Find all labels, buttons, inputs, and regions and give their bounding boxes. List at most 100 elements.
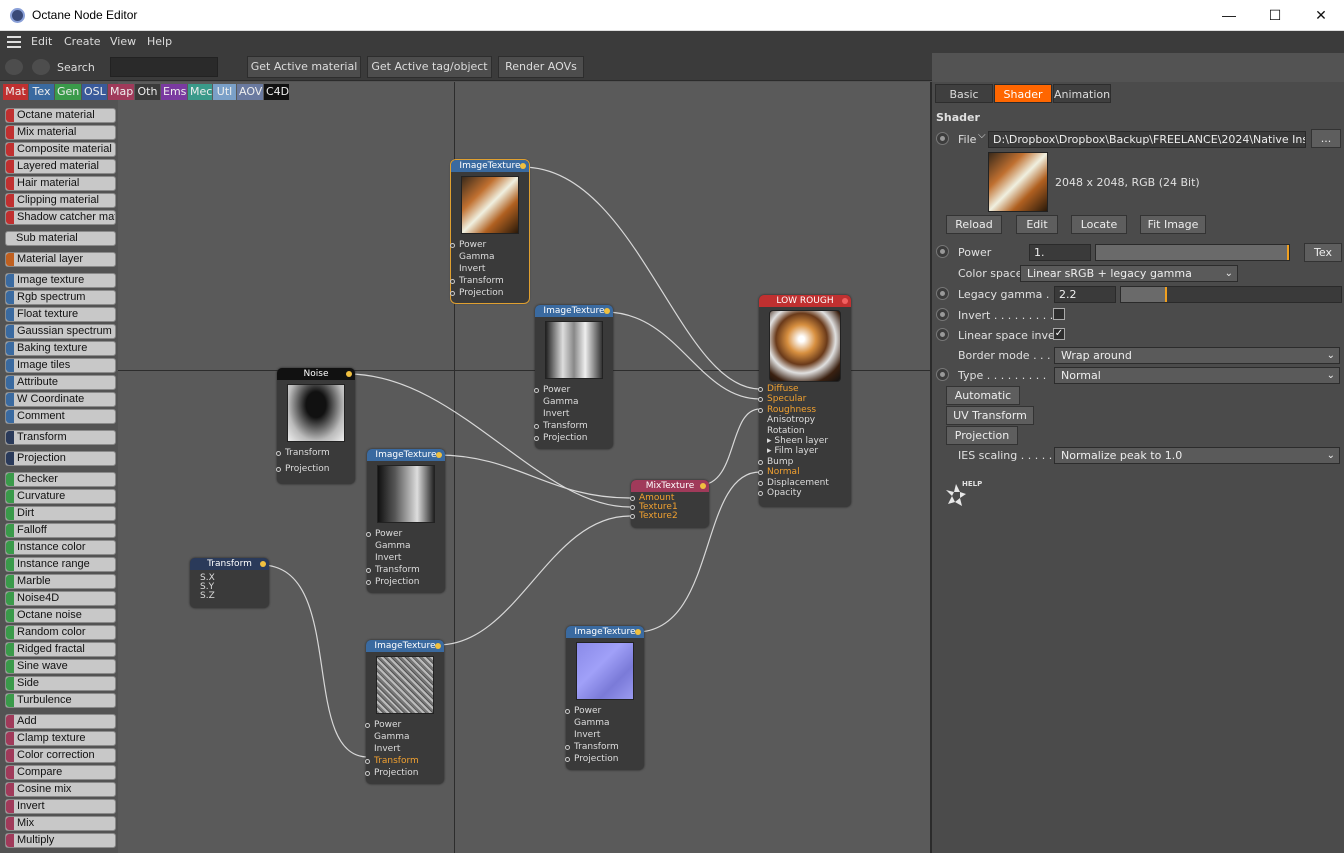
node-imagetexture-1[interactable]: ImageTexture Power Gamma Invert Transfor… [450,159,530,304]
pin-invert[interactable]: Invert [459,264,485,275]
palette-item-turbulence[interactable]: Turbulence [5,693,116,708]
pin-transform[interactable]: Transform [276,448,330,459]
node-canvas[interactable]: ImageTexture Power Gamma Invert Transfor… [118,82,930,853]
pin-projection[interactable]: Projection [276,464,330,475]
palette-item-sine-wave[interactable]: Sine wave [5,659,116,674]
minimize-button[interactable]: — [1206,0,1252,31]
node-imagetexture-5[interactable]: ImageTexture Power Gamma Invert Transfor… [565,626,644,770]
pin-projection[interactable]: Projection [366,577,420,588]
palette-item-ridged-fractal[interactable]: Ridged fractal [5,642,116,657]
pin-opacity[interactable]: Opacity [758,488,802,499]
type-select[interactable]: Normal ⌄ [1054,367,1340,384]
output-pin[interactable] [435,643,441,649]
category-tab-utl[interactable]: Utl [213,84,236,100]
border-mode-select[interactable]: Wrap around ⌄ [1054,347,1340,364]
maximize-button[interactable]: ☐ [1252,0,1298,31]
palette-item-clamp-texture[interactable]: Clamp texture [5,731,116,746]
pin-normal[interactable]: Normal [758,467,800,478]
palette-item-octane-noise[interactable]: Octane noise [5,608,116,623]
reload-button[interactable]: Reload [946,215,1002,234]
category-tab-mec[interactable]: Mec [188,84,212,100]
pin-gamma[interactable]: Gamma [459,252,495,263]
link-tool-icon[interactable] [32,59,50,75]
legacy-gamma-slider[interactable] [1120,286,1342,303]
node-header[interactable]: ImageTexture [451,160,529,172]
palette-item-color-correction[interactable]: Color correction [5,748,116,763]
tab-animation[interactable]: Animation [1053,84,1111,103]
ies-scaling-select[interactable]: Normalize peak to 1.0 ⌄ [1054,447,1340,464]
palette-item-attribute[interactable]: Attribute [5,375,116,390]
node-noise[interactable]: Noise Transform Projection [276,368,355,484]
node-material-low-rough[interactable]: LOW ROUGH Diffuse Specular Roughness Ani… [758,295,851,507]
palette-item-composite-material[interactable]: Composite material [5,142,116,157]
pin-texture2[interactable]: Texture2 [630,511,678,522]
node-imagetexture-4[interactable]: ImageTexture Power Gamma Invert Transfor… [365,640,444,784]
category-tab-gen[interactable]: Gen [55,84,81,100]
node-header[interactable]: ImageTexture [566,626,644,638]
palette-item-comment[interactable]: Comment [5,409,116,424]
pin-gamma[interactable]: Gamma [374,732,410,743]
tex-button[interactable]: Tex [1304,243,1342,262]
pin-invert[interactable]: Invert [543,409,569,420]
palette-item-octane-material[interactable]: Octane material [5,108,116,123]
output-pin[interactable] [436,452,442,458]
pin-transform[interactable]: Transform [366,565,420,576]
node-header[interactable]: ImageTexture [535,305,613,317]
pin-power[interactable]: Power [365,720,401,731]
linear-space-invert-checkbox[interactable]: ✓ [1053,328,1065,340]
linear-invert-anim-radio[interactable] [936,328,949,341]
palette-item-curvature[interactable]: Curvature [5,489,116,504]
tab-basic[interactable]: Basic [935,84,993,103]
pin-projection[interactable]: Projection [534,433,588,444]
render-aovs-button[interactable]: Render AOVs [498,56,584,78]
output-pin[interactable] [520,163,526,169]
palette-item-invert[interactable]: Invert [5,799,116,814]
gamma-anim-radio[interactable] [936,287,949,300]
power-slider-handle[interactable] [1287,245,1289,260]
palette-item-marble[interactable]: Marble [5,574,116,589]
palette-item-hair-material[interactable]: Hair material [5,176,116,191]
output-pin[interactable] [346,371,352,377]
palette-item-falloff[interactable]: Falloff [5,523,116,538]
file-path-field[interactable]: D:\Dropbox\Dropbox\Backup\FREELANCE\2024… [988,131,1306,148]
pin-power[interactable]: Power [565,706,601,717]
invert-anim-radio[interactable] [936,308,949,321]
palette-item-side[interactable]: Side [5,676,116,691]
pin-film-layer[interactable]: ▸ Film layer [767,446,818,457]
palette-item-sub-material[interactable]: Sub material [5,231,116,246]
node-header[interactable]: Noise [277,368,355,380]
get-active-material-button[interactable]: Get Active material [247,56,361,78]
category-tab-c4d[interactable]: C4D [264,84,289,100]
file-dropdown-chevron-icon[interactable]: ⌵ [978,130,986,141]
file-anim-radio[interactable] [936,132,949,145]
node-transform[interactable]: Transform S.X S.Y S.Z [190,558,269,608]
pin-projection[interactable]: Projection [365,768,419,779]
node-header[interactable]: MixTexture [631,480,709,492]
pin-gamma[interactable]: Gamma [543,397,579,408]
category-tab-mat[interactable]: Mat [3,84,28,100]
pin-specular[interactable]: Specular [758,394,806,405]
node-header[interactable]: Transform [190,558,269,570]
palette-item-rgb-spectrum[interactable]: Rgb spectrum [5,290,116,305]
node-header[interactable]: ImageTexture [367,449,445,461]
pin-power[interactable]: Power [534,385,570,396]
palette-item-float-texture[interactable]: Float texture [5,307,116,322]
node-imagetexture-2[interactable]: ImageTexture Power Gamma Invert Transfor… [534,305,613,449]
node-mixtexture[interactable]: MixTexture Amount Texture1 Texture2 [630,480,709,528]
pin-transform[interactable]: Transform [534,421,588,432]
palette-item-compare[interactable]: Compare [5,765,116,780]
palette-item-gaussian-spectrum[interactable]: Gaussian spectrum [5,324,116,339]
category-tab-map[interactable]: Map [108,84,134,100]
power-value-field[interactable]: 1. [1029,244,1091,261]
pin-power[interactable]: Power [366,529,402,540]
category-tab-oth[interactable]: Oth [135,84,160,100]
pin-transform[interactable]: Transform [365,756,419,767]
close-button[interactable]: ✕ [1298,0,1344,31]
output-pin[interactable] [604,308,610,314]
node-header[interactable]: ImageTexture [366,640,444,652]
output-pin[interactable] [635,629,641,635]
palette-item-layered-material[interactable]: Layered material [5,159,116,174]
type-anim-radio[interactable] [936,368,949,381]
menu-help[interactable]: Help [147,35,172,48]
palette-item-instance-color[interactable]: Instance color [5,540,116,555]
